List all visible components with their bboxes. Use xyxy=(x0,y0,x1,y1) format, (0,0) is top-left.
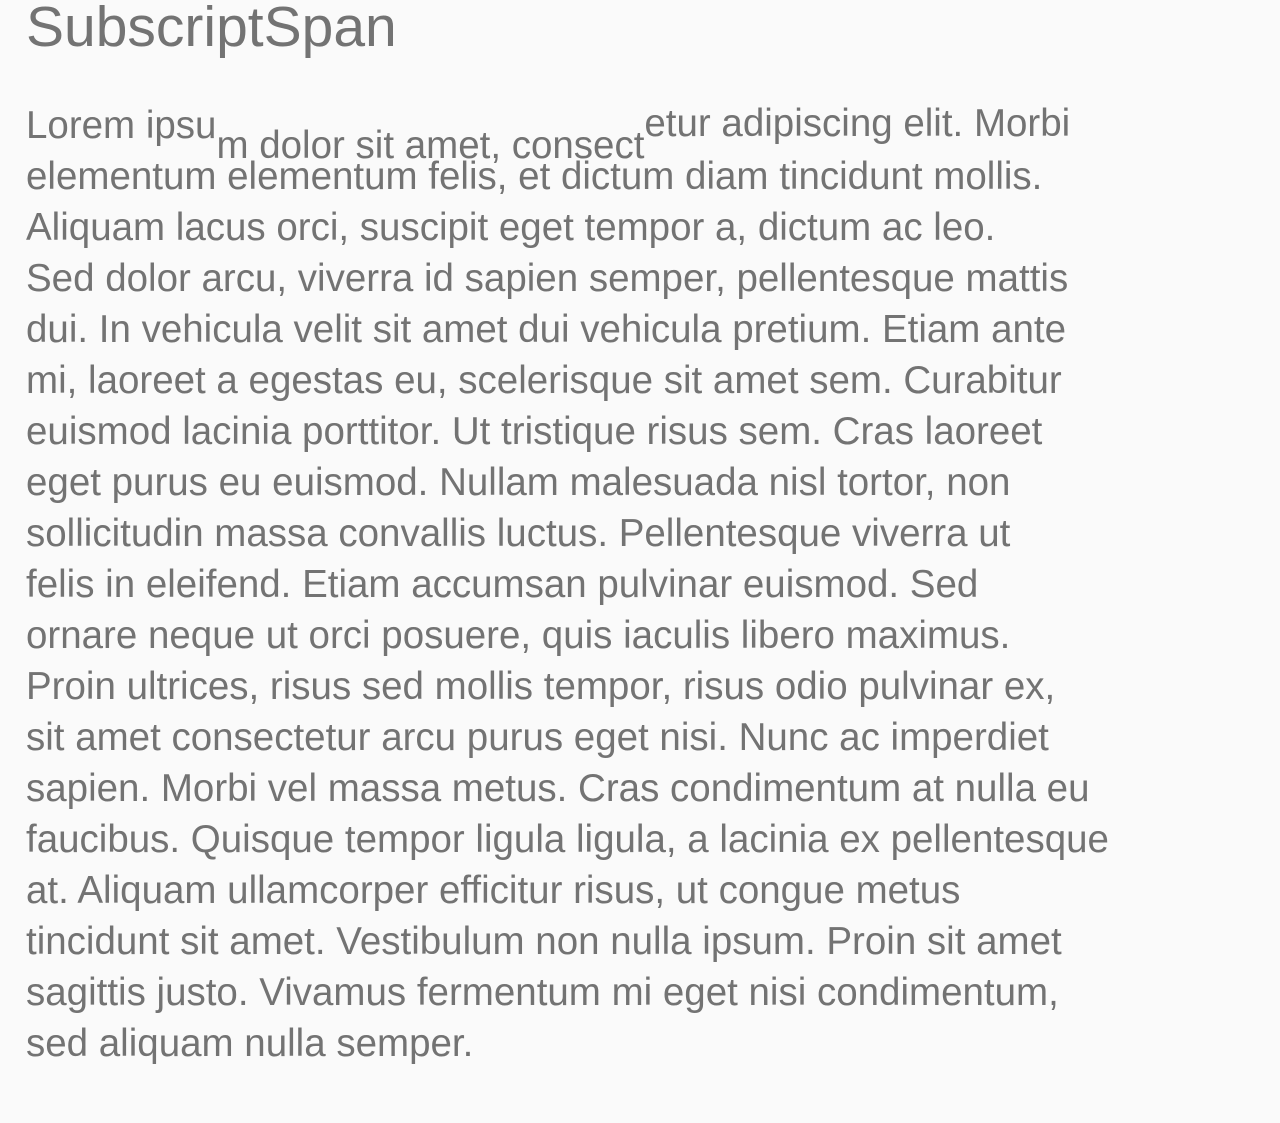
page-title: SubscriptSpan xyxy=(26,0,397,59)
paragraph-line: ornare neque ut orci posuere, quis iacul… xyxy=(26,614,1011,657)
paragraph-line: faucibus. Quisque tempor ligula ligula, … xyxy=(26,818,1109,861)
paragraph-line: sapien. Morbi vel massa metus. Cras cond… xyxy=(26,767,1090,810)
paragraph-line: Aliquam lacus orci, suscipit eget tempor… xyxy=(26,206,996,249)
normal-text-segment: Lorem ipsu xyxy=(26,104,217,147)
paragraph-line: sagittis justo. Vivamus fermentum mi ege… xyxy=(26,971,1059,1014)
paragraph-line: dui. In vehicula velit sit amet dui vehi… xyxy=(26,308,1067,351)
paragraph-line: Sed dolor arcu, viverra id sapien semper… xyxy=(26,257,1069,300)
paragraph-line: sed aliquam nulla semper. xyxy=(26,1022,474,1065)
paragraph-line: sollicitudin massa convallis luctus. Pel… xyxy=(26,512,1011,555)
paragraph-line: felis in eleifend. Etiam accumsan pulvin… xyxy=(26,563,979,606)
superscript-text-segment: etur adipiscing elit. Morbi xyxy=(644,102,1071,145)
paragraph-line: at. Aliquam ullamcorper efficitur risus,… xyxy=(26,869,961,912)
paragraph-line: tincidunt sit amet. Vestibulum non nulla… xyxy=(26,920,1062,963)
subscript-span-paragraph: Lorem ipsum dolor sit amet, consectetur … xyxy=(26,100,1278,1069)
paragraph-line: mi, laoreet a egestas eu, scelerisque si… xyxy=(26,359,1062,402)
paragraph-line: eget purus eu euismod. Nullam malesuada … xyxy=(26,461,1011,504)
paragraph-line-1: Lorem ipsum dolor sit amet, consectetur … xyxy=(26,100,1278,167)
paragraph-line: euismod lacinia porttitor. Ut tristique … xyxy=(26,410,1043,453)
paragraph-line: Proin ultrices, risus sed mollis tempor,… xyxy=(26,665,1056,708)
screen: SubscriptSpan Lorem ipsum dolor sit amet… xyxy=(0,0,1280,1123)
paragraph-line: elementum elementum felis, et dictum dia… xyxy=(26,155,1043,198)
paragraph-line: sit amet consectetur arcu purus eget nis… xyxy=(26,716,1049,759)
subscript-text-segment: m dolor sit amet, consect xyxy=(216,124,645,167)
